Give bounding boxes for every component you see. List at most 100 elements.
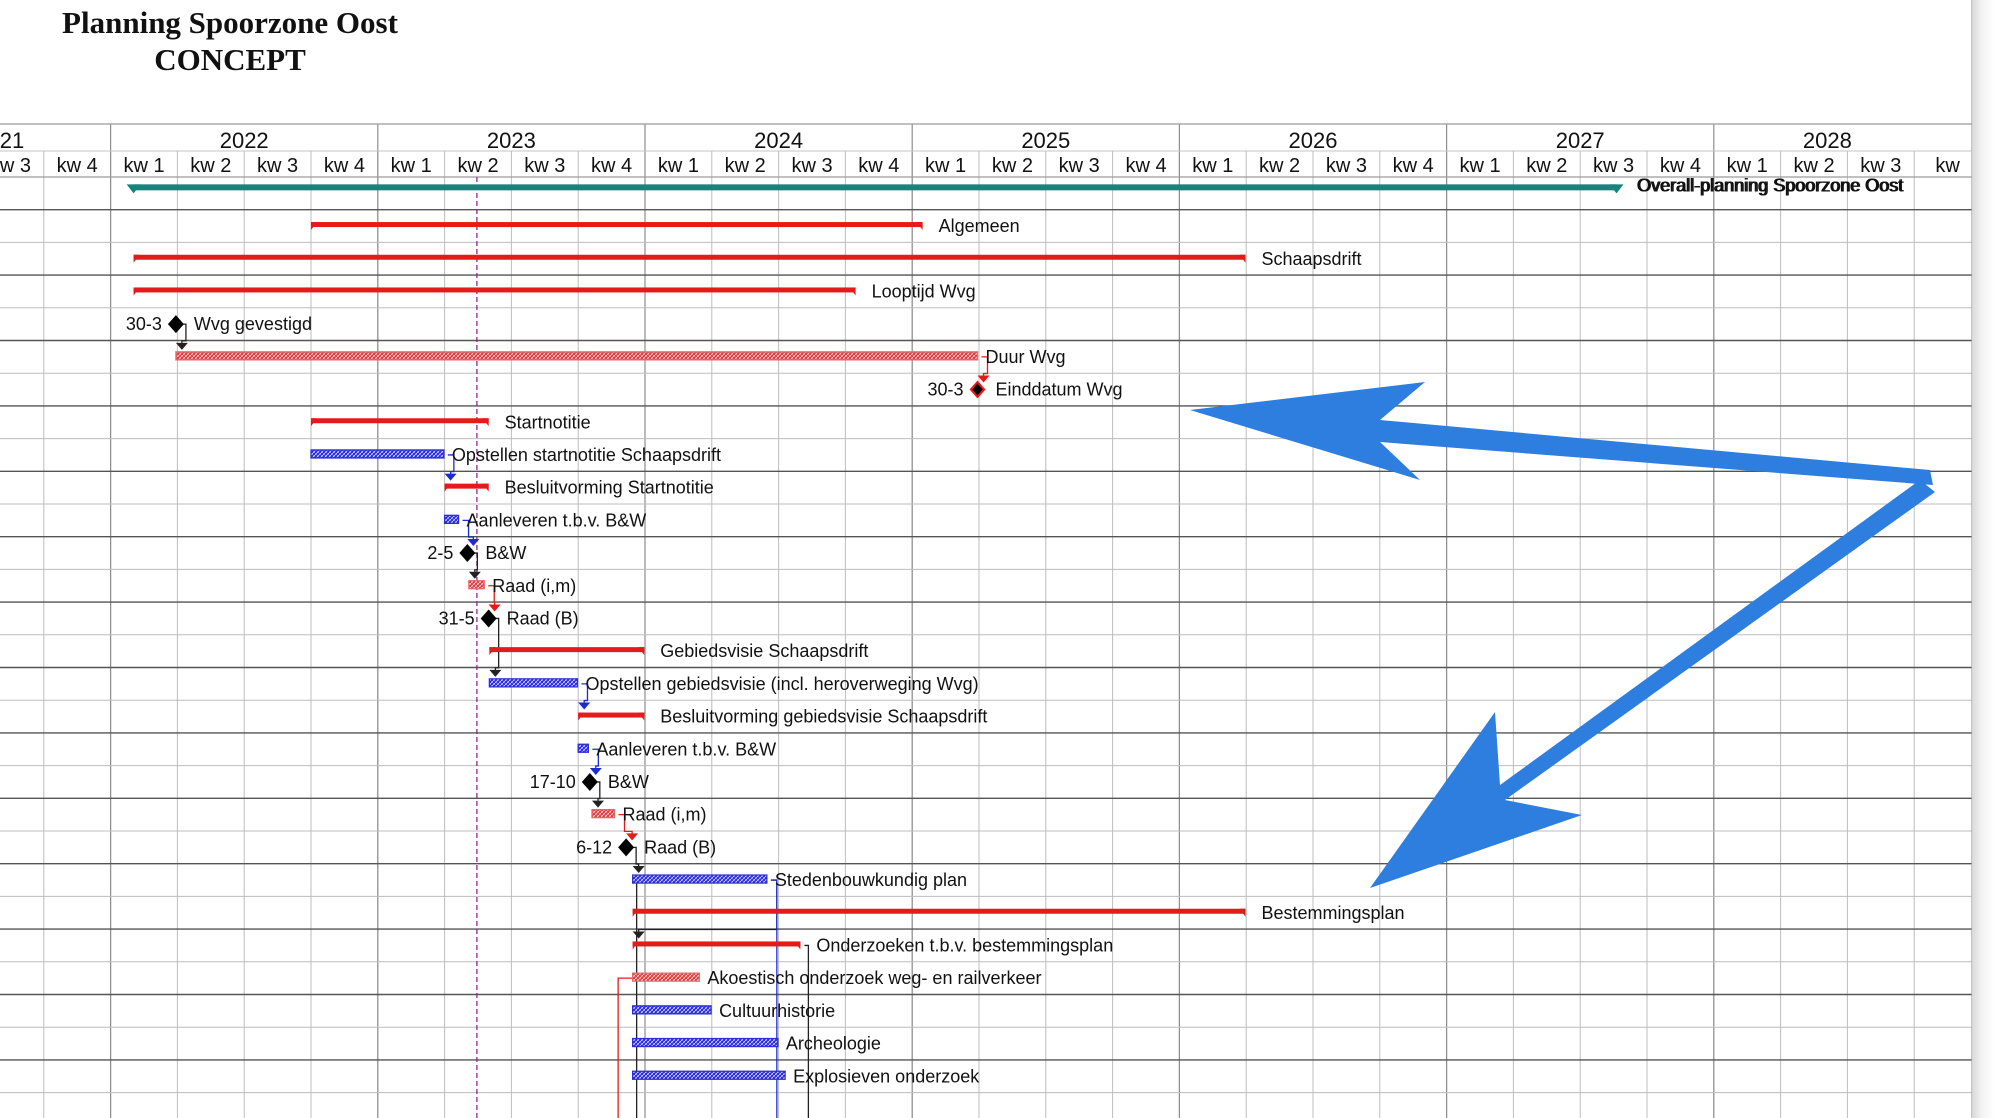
milestone-date-label: 17-10 <box>530 772 576 792</box>
milestone-date-label: 30-3 <box>927 380 963 400</box>
quarter-label: kw 2 <box>1526 155 1567 177</box>
milestone-diamond <box>480 609 497 628</box>
milestone-diamond <box>167 315 184 334</box>
quarter-label: kw 2 <box>1793 155 1834 177</box>
quarter-label: kw 1 <box>1727 155 1768 177</box>
year-label: 21 <box>0 128 24 153</box>
quarter-label: kw 2 <box>190 155 231 177</box>
quarter-label: kw 2 <box>1259 155 1300 177</box>
milestone-date-label: 30-3 <box>126 314 162 334</box>
summary-bar <box>444 483 489 489</box>
year-label: 2028 <box>1803 128 1852 153</box>
link-arrowhead <box>632 931 645 939</box>
task-label: Algemeen <box>939 216 1020 236</box>
task-label: Bestemmingsplan <box>1261 903 1404 923</box>
milestone-diamond <box>581 772 598 791</box>
quarter-label: kw 3 <box>1593 155 1634 177</box>
task-bar <box>632 874 768 884</box>
task-label: Archeologie <box>786 1034 881 1054</box>
quarter-label: kw 4 <box>57 155 98 177</box>
task-label: B&W <box>485 543 526 563</box>
task-label: B&W <box>608 772 649 792</box>
link-line <box>772 879 778 1118</box>
task-label: Schaapsdrift <box>1261 249 1361 269</box>
quarter-label: kw 4 <box>324 155 365 177</box>
quarter-label: kw <box>1935 155 1960 177</box>
annotation-arrow-left <box>1190 382 1933 485</box>
task-label: Besluitvorming Startnotitie <box>505 478 714 498</box>
link-arrowhead <box>489 669 502 677</box>
task-label: Aanleveren t.b.v. B&W <box>467 510 647 530</box>
year-label: 2024 <box>754 128 803 153</box>
task-label: Akoestisch onderzoek weg- en railverkeer <box>707 968 1041 988</box>
task-label: Aanleveren t.b.v. B&W <box>596 739 776 759</box>
quarter-label: kw 3 <box>1326 155 1367 177</box>
quarter-label: kw 4 <box>1393 155 1434 177</box>
quarter-label: kw 3 <box>791 155 832 177</box>
task-bar <box>632 1070 786 1080</box>
task-bar <box>632 1005 712 1015</box>
quarter-label: kw 3 <box>524 155 565 177</box>
task-label: Einddatum Wvg <box>996 380 1123 400</box>
summary-bar <box>133 287 856 293</box>
quarter-label: kw 1 <box>925 155 966 177</box>
link-arrowhead <box>589 767 602 775</box>
task-label: Gebiedsvisie Schaapsdrift <box>660 641 868 661</box>
link-line <box>617 977 639 1118</box>
link-arrowhead <box>626 833 639 841</box>
critical-task-bar <box>591 809 616 819</box>
quarter-label: kw 3 <box>257 155 298 177</box>
critical-task-bar <box>175 351 979 361</box>
annotation-arrow-down <box>1370 480 1935 888</box>
task-label: Besluitvorming gebiedsvisie Schaapsdrift <box>660 707 987 727</box>
quarter-label: kw 4 <box>1660 155 1701 177</box>
task-label: Wvg gevestigd <box>194 314 312 334</box>
link-line <box>492 617 500 674</box>
summary-bar <box>632 941 801 947</box>
quarter-label: kw 4 <box>858 155 899 177</box>
task-label: Startnotitie <box>505 412 591 432</box>
task-label: Cultuurhistorie <box>719 1001 835 1021</box>
summary-bar <box>133 254 1246 260</box>
summary-bar <box>311 222 923 228</box>
task-label: Onderzoeken t.b.v. bestemmingsplan <box>816 935 1113 955</box>
year-label: 2022 <box>220 128 269 153</box>
year-label: 2023 <box>487 128 536 153</box>
link-arrowhead <box>591 800 604 808</box>
quarter-label: kw 4 <box>591 155 632 177</box>
task-label: Raad (i,m) <box>492 576 576 596</box>
summary-bar <box>578 712 645 718</box>
year-label: 2026 <box>1289 128 1338 153</box>
project-summary-bar <box>133 184 1617 191</box>
link-arrowhead <box>444 473 457 481</box>
task-bar <box>310 449 445 459</box>
task-bar <box>488 678 579 688</box>
task-label: Overall-planning Spoorzone Oost <box>1638 175 1904 195</box>
task-label: Explosieven onderzoek <box>793 1066 980 1086</box>
milestone-date-label: 31-5 <box>439 608 475 628</box>
task-bar <box>577 743 590 753</box>
task-label: Raad (B) <box>507 608 579 628</box>
quarter-label: kw 1 <box>1192 155 1233 177</box>
milestone-date-label: 6-12 <box>576 837 612 857</box>
task-labels: Overall-planning Spoorzone OostOverall-p… <box>126 175 1904 1086</box>
task-label: Stedenbouwkundig plan <box>775 870 967 890</box>
task-label: Opstellen startnotitie Schaapsdrift <box>452 445 721 465</box>
milestone-date-label: 2-5 <box>427 543 453 563</box>
quarter-label: kw 2 <box>725 155 766 177</box>
quarter-label: kw 2 <box>457 155 498 177</box>
milestone-diamond <box>618 838 635 857</box>
task-label: Looptijd Wvg <box>872 281 976 301</box>
task-bar <box>632 1037 779 1048</box>
task-label: Raad (B) <box>644 837 716 857</box>
quarter-label: kw 2 <box>992 155 1033 177</box>
quarter-label: kw 1 <box>1459 155 1500 177</box>
link-arrowhead <box>578 702 591 710</box>
quarter-label: kw 1 <box>658 155 699 177</box>
quarter-label: kw 3 <box>1860 155 1901 177</box>
quarter-label: kw 3 <box>0 155 31 177</box>
link-line <box>638 879 778 936</box>
quarter-label: kw 1 <box>391 155 432 177</box>
timescale-header: kw 3 kw 4 kw 1 kw 2 kw 3 kw 4 kw 1 kw 2 kw 3 kw 4… <box>0 123 1972 178</box>
link-arrowhead <box>488 604 501 612</box>
